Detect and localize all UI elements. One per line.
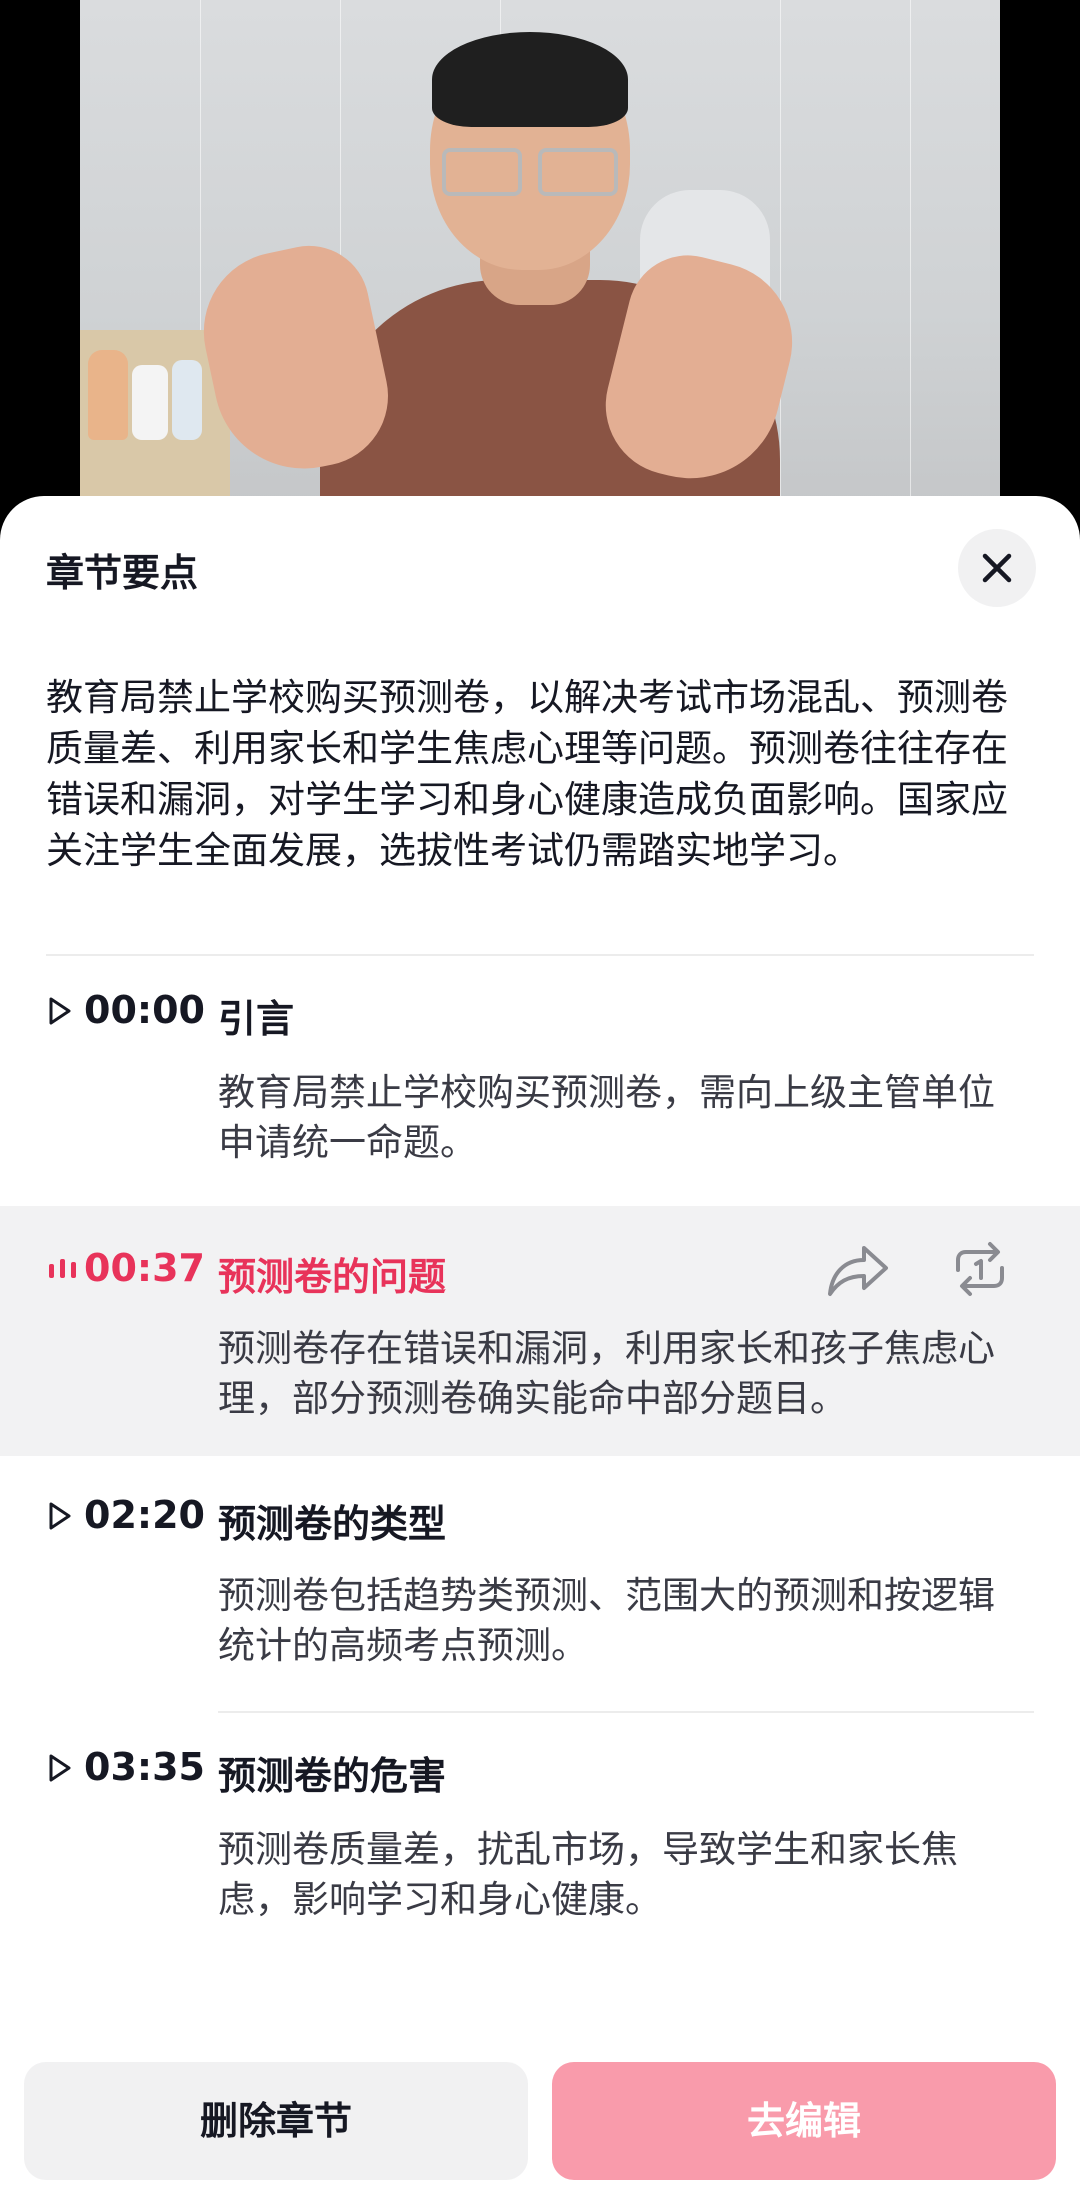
chapter-item-intro[interactable]: 00:00 引言 教育局禁止学校购买预测卷，需向上级主管单位申请统一命题。 [0,976,1080,1200]
sheet-title: 章节要点 [46,551,199,595]
wall-panel-line [910,0,911,520]
chapter-time: 02:20 [84,1493,205,1537]
bottle [132,365,168,440]
speaker-hair [432,32,628,127]
close-icon [982,553,1012,583]
playing-bars-icon [49,1259,76,1278]
chapter-summary: 教育局禁止学校购买预测卷，以解决考试市场混乱、预测卷质量差、利用家长和学生焦虑心… [46,676,1008,872]
divider [218,1711,1034,1713]
chapter-sheet: 章节要点 教育局禁止学校购买预测卷，以解决考试市场混乱、预测卷质量差、利用家长和… [0,496,1080,2198]
chapter-item-problems[interactable]: 00:37 预测卷的问题 预测卷存在错误和漏洞，利用家长和孩子焦虑心理，部分预测… [0,1206,1080,1456]
bottle [172,360,202,440]
loop-once-icon[interactable] [950,1240,1010,1298]
play-triangle-icon [49,1502,71,1530]
play-triangle-icon [49,997,71,1025]
chapter-title: 引言 [218,997,295,1041]
chapter-description: 预测卷存在错误和漏洞，利用家长和孩子焦虑心理，部分预测卷确实能命中部分题目。 [218,1327,995,1420]
chapter-time: 00:37 [84,1246,205,1290]
chapter-title: 预测卷的危害 [218,1754,447,1798]
close-button[interactable] [958,529,1036,607]
chapter-description: 教育局禁止学校购买预测卷，需向上级主管单位申请统一命题。 [218,1071,995,1164]
play-triangle-icon [49,1754,71,1782]
chapter-time: 00:00 [84,988,205,1032]
chapter-item-types[interactable]: 02:20 预测卷的类型 预测卷包括趋势类预测、范围大的预测和按逻辑统计的高频考… [0,1481,1080,1701]
speaker-glasses [442,148,618,196]
video-player[interactable] [80,0,1000,520]
bottle [88,350,128,440]
chapter-title: 预测卷的问题 [218,1255,447,1299]
go-edit-button[interactable]: 去编辑 [552,2062,1056,2180]
wall-panel-line [780,0,781,520]
chapter-description: 预测卷包括趋势类预测、范围大的预测和按逻辑统计的高频考点预测。 [218,1574,995,1667]
delete-chapters-button[interactable]: 删除章节 [24,2062,528,2180]
chapter-title: 预测卷的类型 [218,1502,447,1546]
chapter-description: 预测卷质量差，扰乱市场，导致学生和家长焦虑，影响学习和身心健康。 [218,1828,958,1921]
chapter-time: 03:35 [84,1745,205,1789]
chapter-item-harms[interactable]: 03:35 预测卷的危害 预测卷质量差，扰乱市场，导致学生和家长焦虑，影响学习和… [0,1733,1080,1973]
share-icon[interactable] [826,1242,892,1298]
divider [46,954,1034,956]
